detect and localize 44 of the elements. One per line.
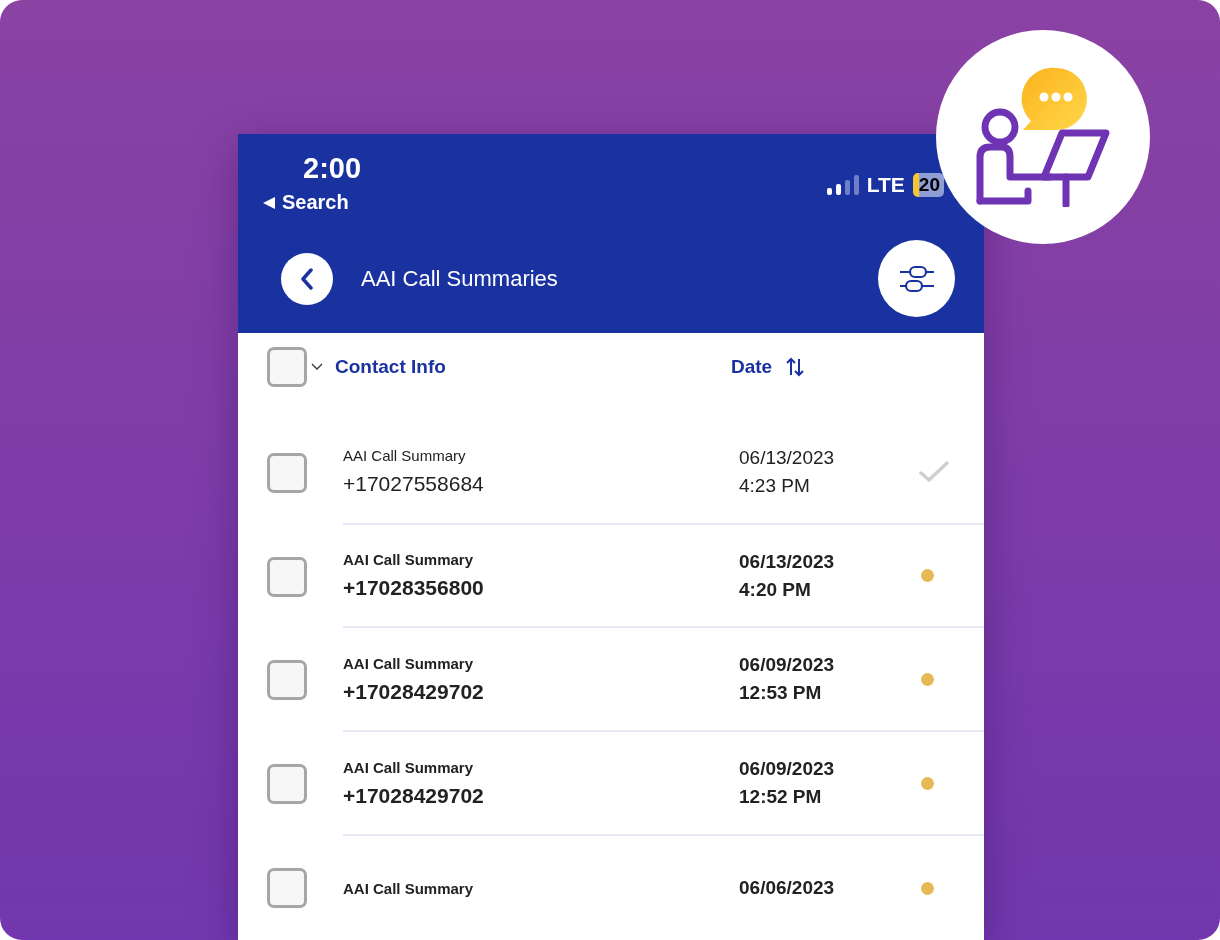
back-button[interactable] xyxy=(281,252,333,305)
call-date: 06/06/2023 xyxy=(739,877,836,900)
call-date: 06/09/2023 xyxy=(739,758,836,781)
row-checkbox[interactable] xyxy=(267,764,307,805)
status-time: 2:00 xyxy=(303,152,362,184)
summary-title: AAI Call Summary xyxy=(343,758,475,776)
row-checkbox[interactable] xyxy=(267,660,307,701)
battery-indicator: 20 xyxy=(912,173,944,197)
unread-dot xyxy=(921,881,934,895)
chevron-down-icon[interactable] xyxy=(311,362,323,371)
person-at-laptop-chat-icon xyxy=(976,67,1110,207)
row-checkbox[interactable] xyxy=(267,868,307,909)
call-date: 06/13/2023 xyxy=(739,446,836,469)
summary-title: AAI Call Summary xyxy=(343,447,467,465)
call-time: 4:20 PM xyxy=(739,578,812,601)
column-header[interactable]: Date xyxy=(731,355,773,378)
unread-dot xyxy=(921,672,934,686)
checkmark-icon xyxy=(919,460,949,483)
call-date: 06/09/2023 xyxy=(739,654,836,677)
signal-icon xyxy=(826,175,859,195)
row-checkbox[interactable] xyxy=(267,452,307,493)
phone-number: +17028429702 xyxy=(343,679,485,704)
sliders-icon xyxy=(898,263,935,294)
select-all-checkbox[interactable] xyxy=(267,346,307,387)
row-checkbox[interactable] xyxy=(267,556,307,597)
call-time: 12:53 PM xyxy=(739,682,823,705)
phone-number: +17027558684 xyxy=(343,472,485,497)
call-time: 4:23 PM xyxy=(739,474,811,497)
sort-arrows-icon[interactable] xyxy=(786,356,805,377)
screen-title: AAI Call Summaries xyxy=(361,265,559,292)
network-label: LTE xyxy=(866,173,905,197)
back-to-search-link[interactable]: Search xyxy=(262,191,349,214)
phone-number: +17028356800 xyxy=(343,576,485,600)
unread-dot xyxy=(921,569,934,582)
call-time: 12:52 PM xyxy=(739,786,823,809)
summary-title: AAI Call Summary xyxy=(343,654,475,672)
call-date: 06/13/2023 xyxy=(739,550,836,573)
triangle-icon xyxy=(262,195,276,210)
summary-title: AAI Call Summary xyxy=(343,551,475,568)
back-chevron-icon xyxy=(300,267,314,290)
column-header[interactable]: Contact Info xyxy=(335,355,446,378)
phone-number: +17028429702 xyxy=(343,783,485,808)
summary-title: AAI Call Summary xyxy=(343,879,475,897)
unread-dot xyxy=(921,776,934,790)
